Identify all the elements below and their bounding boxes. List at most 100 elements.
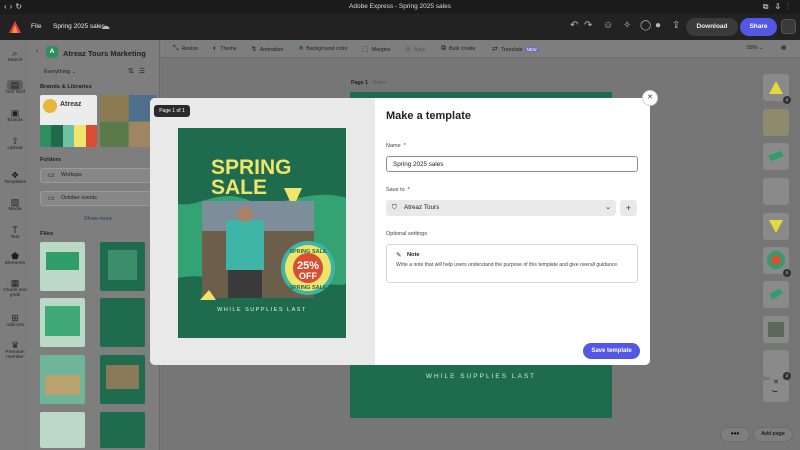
rail-search[interactable]: ⌕ Search: [0, 48, 30, 63]
toolbar-label: Animation: [259, 47, 284, 53]
margins-button[interactable]: ⬚ Margins: [362, 45, 390, 53]
rail-brands[interactable]: ▣ Brands: [0, 108, 30, 123]
file-thumbnail[interactable]: [40, 412, 85, 448]
more-options-button[interactable]: •••: [720, 427, 750, 442]
background-color-button[interactable]: ■ Background color: [299, 45, 347, 52]
resize-button[interactable]: ⤡ Resize: [173, 45, 198, 53]
template-form: Make a template Name* Save to* ⛉ Atreaz …: [375, 98, 650, 365]
rail-label: Text: [10, 235, 20, 240]
chevron-down-icon: ⌄: [759, 45, 764, 51]
share-button[interactable]: Share: [740, 18, 777, 36]
download-button[interactable]: Download: [686, 18, 738, 36]
rail-your-stuff[interactable]: ▤ Your stuff: [0, 80, 30, 95]
toolbar-label: Bulk create: [449, 46, 476, 52]
page-thumbnail[interactable]: 2: [763, 74, 791, 104]
folder-october-events[interactable]: ▭ October events: [40, 191, 152, 206]
publish-icon[interactable]: ⇪: [672, 20, 680, 31]
shape-preview: [768, 150, 784, 162]
make-template-dialog: Page 1 of 1 SPRING SALE SPRING SALE 25%: [150, 98, 650, 365]
animation-button[interactable]: ↯ Animation: [251, 45, 283, 53]
template-name-input[interactable]: [386, 156, 638, 172]
file-thumbnail[interactable]: [40, 355, 85, 404]
rail-upload[interactable]: ⇧ Upload: [0, 136, 30, 151]
theme-icon: ◐: [213, 45, 218, 52]
chevron-down-icon: ⌄: [71, 69, 77, 75]
rail-text[interactable]: T Text: [0, 225, 30, 240]
comment-icon[interactable]: ◯: [640, 20, 651, 31]
file-preview-block: [108, 250, 137, 280]
brand-kit-thumbnail[interactable]: Atreaz: [40, 95, 97, 147]
page-thumbnail[interactable]: [763, 213, 789, 240]
close-strip-icon[interactable]: ✕: [768, 375, 784, 391]
lightbulb-icon[interactable]: ✧: [623, 20, 631, 31]
file-thumbnail[interactable]: [100, 242, 145, 291]
folder-icon: ▤: [7, 80, 23, 90]
page-thumbnail[interactable]: [763, 178, 789, 205]
badge-bottom-text: SPRING SALE: [289, 285, 327, 291]
translate-button[interactable]: ⇄ Translate NEW: [492, 45, 539, 53]
file-thumbnail[interactable]: [100, 298, 145, 347]
rail-label: Search: [7, 58, 23, 63]
chevron-down-icon: ⌄: [605, 204, 611, 211]
close-dialog-icon[interactable]: ✕: [642, 90, 658, 106]
align-button[interactable]: ⊟ Align: [405, 45, 426, 53]
user-avatar-icon[interactable]: ●: [655, 20, 661, 31]
window-action-icons[interactable]: ⧉⇩⋮: [763, 2, 796, 11]
back-icon[interactable]: ‹: [36, 48, 38, 55]
margins-icon: ⬚: [362, 46, 369, 53]
optional-settings-label: Optional settings: [386, 231, 427, 237]
add-destination-button[interactable]: +: [620, 200, 637, 216]
file-thumbnail[interactable]: [100, 355, 145, 404]
rail-media[interactable]: ▧ Media: [0, 197, 30, 212]
theme-button[interactable]: ◐ Theme: [213, 45, 237, 52]
toolbar-label: Margins: [371, 47, 391, 53]
save-template-button[interactable]: Save template: [583, 343, 640, 359]
align-icon: ⊟: [405, 46, 411, 53]
panel-view-icons[interactable]: ⇅☰: [128, 67, 150, 75]
filter-dropdown[interactable]: Everything ⌄: [44, 69, 76, 75]
files-heading: Files: [40, 231, 54, 237]
zoom-dropdown[interactable]: 58% ⌄: [747, 45, 764, 51]
rail-charts[interactable]: ▦ Charts and grids: [0, 278, 30, 298]
rail-premium[interactable]: ♛ Premium member: [0, 340, 30, 360]
adobe-express-logo[interactable]: [8, 20, 22, 34]
rail-add-ons[interactable]: ⊞ Add-ons: [0, 313, 30, 328]
pages-grid-icon[interactable]: ▦: [781, 45, 786, 51]
file-thumbnail[interactable]: [40, 242, 85, 291]
folder-workups[interactable]: ▭ Workups: [40, 168, 152, 183]
cloud-sync-icon: ☁: [101, 21, 110, 31]
save-to-label: Save to *: [386, 187, 410, 193]
folder-icon: ▭: [48, 172, 55, 179]
show-more-link[interactable]: Show more: [84, 216, 112, 222]
page-thumbnail[interactable]: [763, 143, 789, 170]
save-to-label-text: Save to: [386, 187, 405, 193]
rail-templates[interactable]: ❖ Templates: [0, 170, 30, 185]
page-thumbnail[interactable]: [763, 316, 789, 343]
invite-user-icon[interactable]: ☺: [603, 20, 613, 31]
redo-icon[interactable]: ↷: [584, 20, 592, 31]
page-thumbnail[interactable]: 2: [763, 247, 791, 277]
page-label[interactable]: Page 1 - Sales: [351, 80, 386, 86]
bulk-create-button[interactable]: ⧉ Bulk create: [441, 45, 476, 53]
note-option[interactable]: ✎ Note Write a note that will help users…: [386, 244, 638, 283]
file-thumbnail[interactable]: [100, 412, 145, 448]
template-preview-pane: Page 1 of 1 SPRING SALE SPRING SALE 25%: [150, 98, 375, 365]
rail-elements[interactable]: ⬟ Elements: [0, 251, 30, 266]
document-title[interactable]: Spring 2025 sales: [53, 23, 105, 30]
file-thumbnail[interactable]: [40, 298, 85, 347]
page-thumbnail[interactable]: [763, 109, 789, 136]
template-preview[interactable]: SPRING SALE SPRING SALE 25% OFF SPRING S…: [178, 128, 346, 338]
library-photos-thumbnail[interactable]: [100, 95, 157, 147]
note-icon: ✎: [396, 252, 402, 259]
page-thumbnail[interactable]: 2: [763, 350, 791, 380]
add-page-button[interactable]: Add page: [753, 427, 793, 442]
workspace-name[interactable]: Atreaz Tours Marketing: [63, 49, 146, 58]
account-avatar[interactable]: [781, 19, 796, 34]
undo-icon[interactable]: ↶: [570, 20, 578, 31]
editor-toolbar: ⤡ Resize ◐ Theme ↯ Animation ■ Background co…: [161, 40, 800, 58]
save-to-dropdown[interactable]: ⛉ Atreaz Tours ⌄: [386, 200, 616, 216]
brands-heading: Brands & Libraries: [40, 84, 92, 90]
page-thumbnail[interactable]: [763, 281, 789, 308]
required-mark: *: [403, 143, 406, 149]
brand-logo-shape: [43, 99, 57, 113]
